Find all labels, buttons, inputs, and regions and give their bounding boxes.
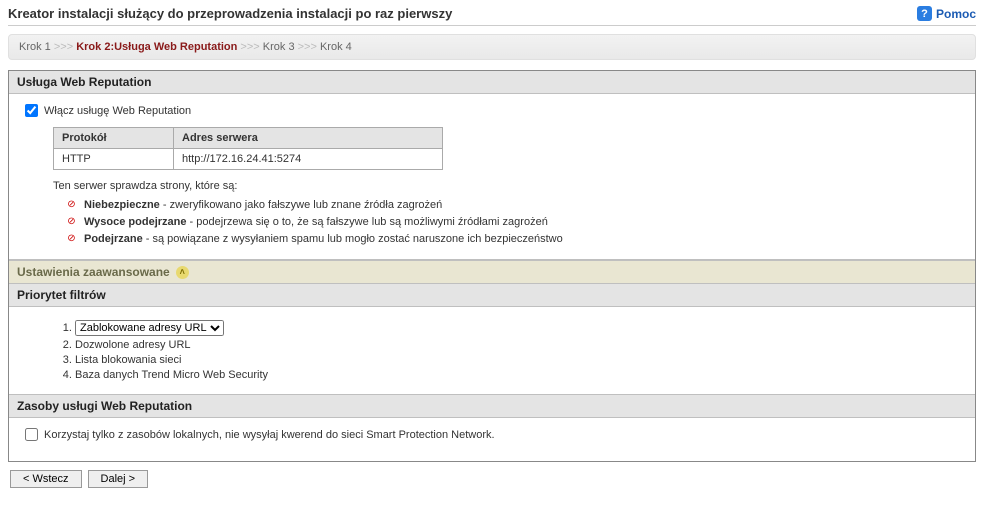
col-header-address: Adres serwera [174,128,443,149]
danger-icon: ⊘ [65,232,78,245]
priority-1-select[interactable]: Zablokowane adresy URL [75,320,224,336]
breadcrumb-sep: >>> [298,41,317,53]
bullet-suspicious: ⊘ Podejrzane - są powiązane z wysyłaniem… [65,232,959,245]
back-button[interactable]: < Wstecz [10,470,82,488]
help-icon: ? [917,6,932,21]
table-row: HTTP http://172.16.24.41:5274 [54,149,443,170]
page-title: Kreator instalacji służący do przeprowad… [8,6,452,21]
local-resources-only-label: Korzystaj tylko z zasobów lokalnych, nie… [44,429,495,441]
list-item: Dozwolone adresy URL [75,339,959,351]
breadcrumb: Krok 1 >>> Krok 2:Usługa Web Reputation … [8,34,976,60]
danger-icon: ⊘ [65,215,78,228]
danger-icon: ⊘ [65,198,78,211]
breadcrumb-step-3[interactable]: Krok 3 [263,41,295,53]
server-desc: Ten serwer sprawdza strony, które są: [53,180,959,192]
breadcrumb-sep: >>> [240,41,259,53]
col-header-protocol: Protokół [54,128,174,149]
bullet-dangerous: ⊘ Niebezpieczne - zweryfikowano jako fał… [65,198,959,211]
breadcrumb-step-1[interactable]: Krok 1 [19,41,51,53]
next-button[interactable]: Dalej > [88,470,149,488]
enable-web-reputation-label: Włącz usługę Web Reputation [44,105,191,117]
breadcrumb-step-4[interactable]: Krok 4 [320,41,352,53]
list-item: Lista blokowania sieci [75,354,959,366]
cell-protocol: HTTP [54,149,174,170]
list-item: Baza danych Trend Micro Web Security [75,369,959,381]
breadcrumb-sep: >>> [54,41,73,53]
section-header-filter-priority: Priorytet filtrów [9,284,975,307]
chevron-up-icon: ˄ [176,266,189,279]
bullet-highly-suspicious: ⊘ Wysoce podejrzane - podejrzewa się o t… [65,215,959,228]
help-link[interactable]: ? Pomoc [917,6,976,21]
help-label: Pomoc [936,7,976,21]
advanced-settings-toggle[interactable]: Ustawienia zaawansowane ˄ [9,260,975,284]
breadcrumb-step-2: Krok 2:Usługa Web Reputation [76,41,237,53]
section-header-web-reputation: Usługa Web Reputation [9,71,975,94]
cell-address: http://172.16.24.41:5274 [174,149,443,170]
main-panel: Usługa Web Reputation Włącz usługę Web R… [8,70,976,462]
list-item: Zablokowane adresy URL [75,320,959,336]
enable-web-reputation-checkbox[interactable] [25,104,38,117]
server-table: Protokół Adres serwera HTTP http://172.1… [53,127,443,170]
filter-priority-list: Zablokowane adresy URL Dozwolone adresy … [75,320,959,381]
local-resources-only-checkbox[interactable] [25,428,38,441]
section-header-resources: Zasoby usługi Web Reputation [9,395,975,418]
advanced-settings-label: Ustawienia zaawansowane [17,265,170,279]
